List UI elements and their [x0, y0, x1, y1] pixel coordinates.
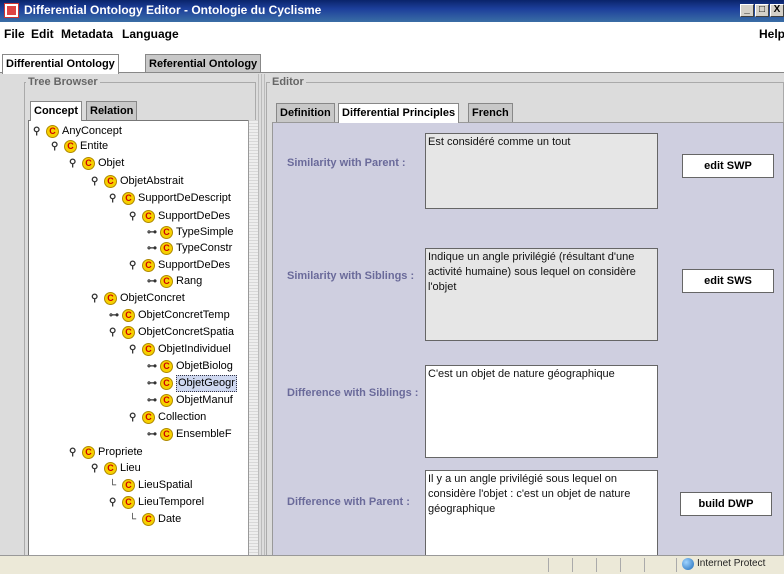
concept-icon: C — [160, 377, 173, 390]
concept-icon: C — [142, 513, 155, 526]
menu-bar: File Edit Metadata Language Help — [0, 22, 784, 46]
expanded-handle-icon[interactable]: ⚲ — [129, 260, 140, 271]
concept-icon: C — [104, 462, 117, 475]
expanded-handle-icon[interactable]: ⚲ — [91, 176, 102, 187]
leaf-line-icon: └ — [129, 514, 137, 525]
collapsed-handle-icon[interactable]: ⊶ — [147, 227, 158, 238]
close-button[interactable]: X — [770, 4, 784, 17]
similarity-with-parent-label: Similarity with Parent : — [287, 157, 406, 169]
menu-help[interactable]: Help — [759, 27, 784, 41]
expanded-handle-icon[interactable]: ⚲ — [33, 126, 44, 137]
expanded-handle-icon[interactable]: ⚲ — [91, 463, 102, 474]
similarity-with-parent-text: Est considéré comme un tout — [425, 133, 658, 209]
similarity-with-siblings-label: Similarity with Siblings : — [287, 270, 415, 282]
concept-icon: C — [122, 479, 135, 492]
expanded-handle-icon[interactable]: ⚲ — [109, 497, 120, 508]
concept-icon: C — [160, 428, 173, 441]
collapsed-handle-icon[interactable]: ⊶ — [147, 395, 158, 406]
tab-differential-ontology[interactable]: Differential Ontology — [2, 54, 119, 74]
edit-swp-button[interactable]: edit SWP — [682, 154, 774, 178]
collapsed-handle-icon[interactable]: ⊶ — [147, 276, 158, 287]
concept-icon: C — [142, 259, 155, 272]
app-icon — [4, 3, 19, 18]
tab-definition[interactable]: Definition — [276, 103, 335, 123]
status-divider — [620, 558, 621, 572]
expanded-handle-icon[interactable]: ⚲ — [129, 412, 140, 423]
status-divider — [676, 558, 677, 572]
concept-icon: C — [104, 175, 117, 188]
expanded-handle-icon[interactable]: ⚲ — [129, 211, 140, 222]
concept-icon: C — [82, 446, 95, 459]
panel-splitter[interactable] — [258, 74, 266, 573]
tab-french[interactable]: French — [468, 103, 513, 123]
difference-with-parent-label: Difference with Parent : — [287, 496, 410, 508]
concept-icon: C — [160, 360, 173, 373]
menu-edit[interactable]: Edit — [31, 27, 54, 41]
globe-icon — [682, 558, 694, 570]
leaf-line-icon: └ — [109, 480, 117, 491]
security-zone-text: Internet Protect — [697, 558, 766, 569]
concept-tree[interactable]: ⚲ C AnyConcept ⚲ C Entite ⚲ C Objet ⚲ C ObjetAbs… — [28, 120, 250, 573]
window-title: Differential Ontology Editor - Ontologie… — [24, 3, 322, 17]
ontology-tabs: Differential Ontology Referential Ontolo… — [0, 52, 784, 74]
concept-icon: C — [46, 125, 59, 138]
title-bar: Differential Ontology Editor - Ontologie… — [0, 0, 784, 22]
build-dwp-button[interactable]: build DWP — [680, 492, 772, 516]
collapsed-handle-icon[interactable]: ⊶ — [147, 361, 158, 372]
editor-title: Editor — [270, 76, 306, 88]
menu-file[interactable]: File — [4, 27, 25, 41]
tree-scrollbar[interactable] — [248, 120, 258, 573]
status-divider — [644, 558, 645, 572]
collapsed-handle-icon[interactable]: ⊶ — [109, 310, 120, 321]
concept-icon: C — [104, 292, 117, 305]
concept-icon: C — [64, 140, 77, 153]
concept-icon: C — [142, 411, 155, 424]
concept-icon: C — [122, 309, 135, 322]
expanded-handle-icon[interactable]: ⚲ — [69, 447, 80, 458]
tab-differential-principles[interactable]: Differential Principles — [338, 103, 460, 123]
collapsed-handle-icon[interactable]: ⊶ — [147, 378, 158, 389]
expanded-handle-icon[interactable]: ⚲ — [69, 158, 80, 169]
concept-icon: C — [122, 496, 135, 509]
tab-relation[interactable]: Relation — [86, 101, 138, 121]
concept-icon: C — [160, 394, 173, 407]
concept-icon: C — [160, 242, 173, 255]
collapsed-handle-icon[interactable]: ⊶ — [147, 243, 158, 254]
expanded-handle-icon[interactable]: ⚲ — [109, 327, 120, 338]
menu-language[interactable]: Language — [122, 27, 179, 41]
concept-icon: C — [122, 192, 135, 205]
menu-metadata[interactable]: Metadata — [61, 27, 113, 41]
tab-referential-ontology[interactable]: Referential Ontology — [145, 54, 262, 74]
status-bar — [0, 555, 784, 574]
maximize-button[interactable]: □ — [755, 4, 769, 17]
expanded-handle-icon[interactable]: ⚲ — [51, 141, 62, 152]
collapsed-handle-icon[interactable]: ⊶ — [147, 429, 158, 440]
concept-icon: C — [82, 157, 95, 170]
expanded-handle-icon[interactable]: ⚲ — [109, 193, 120, 204]
concept-icon: C — [160, 275, 173, 288]
concept-icon: C — [142, 210, 155, 223]
status-divider — [548, 558, 549, 572]
difference-with-parent-input[interactable]: Il y a un angle privilégié sous lequel o… — [425, 470, 658, 560]
minimize-button[interactable]: _ — [740, 4, 754, 17]
difference-with-siblings-label: Difference with Siblings : — [287, 387, 419, 399]
concept-icon: C — [160, 226, 173, 239]
expanded-handle-icon[interactable]: ⚲ — [129, 344, 140, 355]
expanded-handle-icon[interactable]: ⚲ — [91, 293, 102, 304]
concept-icon: C — [122, 326, 135, 339]
tree-browser-title: Tree Browser — [26, 76, 100, 88]
tab-concept[interactable]: Concept — [30, 101, 82, 121]
difference-with-siblings-input[interactable]: C'est un objet de nature géographique — [425, 365, 658, 458]
edit-sws-button[interactable]: edit SWS — [682, 269, 774, 293]
concept-icon: C — [142, 343, 155, 356]
status-divider — [572, 558, 573, 572]
status-divider — [596, 558, 597, 572]
similarity-with-siblings-text: Indique un angle privilégié (résultant d… — [425, 248, 658, 341]
